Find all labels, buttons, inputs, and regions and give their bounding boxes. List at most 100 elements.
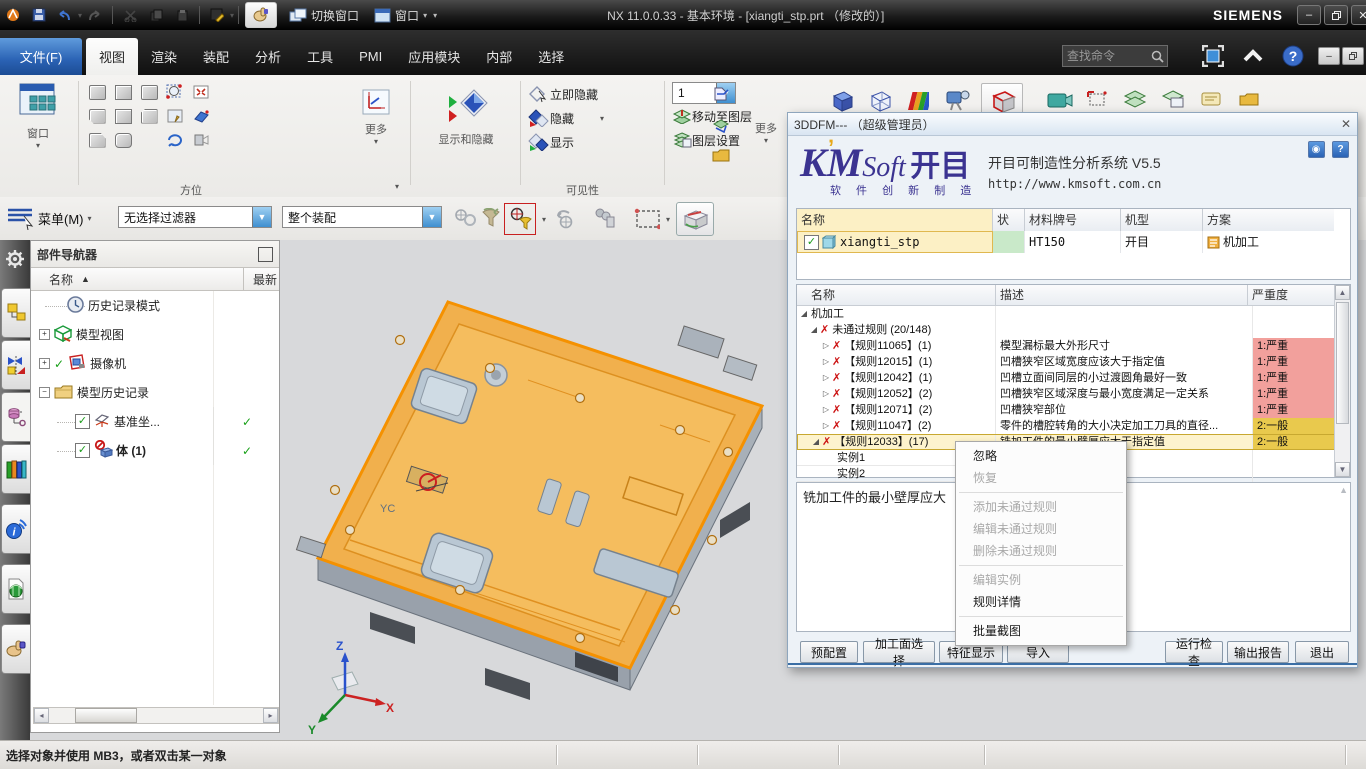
tree-row-history-mode[interactable]: 历史记录模式 <box>31 291 279 320</box>
ribbon-more2-button[interactable]: 更多 ▾ <box>748 120 784 145</box>
rule-group-row[interactable]: ◢✗未通过规则 (20/148) <box>797 322 1350 338</box>
folder-icon[interactable] <box>712 148 730 167</box>
view-front-icon[interactable] <box>111 81 135 103</box>
scroll-right-arrow[interactable]: ▸ <box>263 708 278 723</box>
reuse-library-tab[interactable] <box>1 444 30 494</box>
doc-minimize-button[interactable]: – <box>1318 47 1340 65</box>
undo-dropdown-caret[interactable]: ▾ <box>78 11 82 20</box>
zoom-box-icon[interactable] <box>163 81 187 103</box>
perspective-icon[interactable] <box>189 105 213 127</box>
view-left-icon[interactable] <box>85 105 109 127</box>
hide-item[interactable]: 隐藏 ▾ <box>528 106 660 130</box>
col-name[interactable]: 名称 <box>797 209 993 231</box>
desc-scroll-up-arrow[interactable]: ▲ <box>1339 485 1348 495</box>
preconfig-button[interactable]: 预配置 <box>800 641 858 663</box>
expander-collapsed-icon[interactable]: ▷ <box>821 418 831 434</box>
tab-analysis[interactable]: 分析 <box>242 38 294 75</box>
exit-button[interactable]: 退出 <box>1295 641 1349 663</box>
scroll-down-arrow[interactable]: ▼ <box>1335 462 1350 477</box>
folder2-icon[interactable] <box>1231 85 1267 113</box>
window-icon[interactable] <box>371 5 393 25</box>
view-bottom-icon[interactable] <box>85 129 109 151</box>
regenerate-icon[interactable] <box>189 129 213 151</box>
rules-vscrollbar[interactable]: ▲ ▼ <box>1334 285 1350 477</box>
view-top-icon[interactable] <box>137 81 161 103</box>
expander-collapsed-icon[interactable]: ▷ <box>821 402 831 418</box>
copy-icon[interactable] <box>145 5 167 25</box>
save-icon[interactable] <box>28 5 50 25</box>
paste-icon[interactable] <box>171 5 193 25</box>
note-icon[interactable] <box>1193 85 1229 113</box>
snapshot-icon[interactable] <box>1081 85 1115 113</box>
show-hide-button[interactable]: 显示和隐藏 <box>418 86 514 147</box>
snap-filter-caret[interactable]: ▾ <box>542 215 546 224</box>
column-name-label[interactable]: 名称 <box>31 271 73 288</box>
save-as-icon[interactable] <box>206 5 228 25</box>
search-icon[interactable] <box>1144 44 1170 68</box>
quick-access-customize-caret[interactable]: ▾ <box>433 11 437 20</box>
expander-collapsed-icon[interactable]: ▷ <box>821 354 831 370</box>
help-icon[interactable]: ? <box>1280 44 1306 68</box>
cut-icon[interactable] <box>119 5 141 25</box>
dialog-close-icon[interactable]: ✕ <box>1341 117 1351 131</box>
scroll-left-arrow[interactable]: ◂ <box>34 708 49 723</box>
snap-point-pair-icon[interactable] <box>452 206 478 232</box>
checkbox-checked[interactable]: ✓ <box>75 443 90 458</box>
tab-file[interactable]: 文件(F) <box>0 38 82 75</box>
fullscreen-icon[interactable] <box>1200 44 1226 68</box>
selection-scope-caret[interactable]: ▼ <box>422 207 441 227</box>
hide-split-caret[interactable]: ▾ <box>600 114 604 123</box>
assembly-navigator-tab[interactable] <box>1 288 30 338</box>
save-as-dropdown-caret[interactable]: ▾ <box>230 11 234 20</box>
web-browser-tab[interactable] <box>1 564 30 614</box>
scroll-up-arrow[interactable]: ▲ <box>1335 285 1350 300</box>
expander-collapsed-icon[interactable]: ▷ <box>821 386 831 402</box>
marquee-select-icon[interactable] <box>634 206 660 232</box>
col-machine[interactable]: 机型 <box>1121 209 1203 231</box>
expander-expanded-icon[interactable]: ◢ <box>809 322 819 338</box>
collapse-minus-icon[interactable]: − <box>39 387 50 398</box>
rotate-view-icon[interactable] <box>163 129 187 151</box>
hd3d-tools-tab[interactable]: i <box>1 504 30 554</box>
touch-mode-button[interactable] <box>245 2 277 28</box>
part-row[interactable]: ✓ xiangti_stp HT150 开目 机加工 <box>797 231 1350 253</box>
menu-item-ignore[interactable]: 忽略 <box>956 445 1126 467</box>
chain-select-icon[interactable] <box>592 206 618 232</box>
view-right-icon[interactable] <box>111 105 135 127</box>
expand-plus-icon[interactable]: + <box>39 358 50 369</box>
rule-row[interactable]: ▷✗【规则11047】(2) 零件的槽腔转角的大小决定加工刀具的直径... 2:… <box>797 418 1350 434</box>
undo-snap-icon[interactable] <box>552 206 578 232</box>
switch-window-label[interactable]: 切换窗口 <box>311 7 359 24</box>
part-checkbox[interactable]: ✓ <box>804 235 819 250</box>
tab-internal[interactable]: 内部 <box>473 38 525 75</box>
machining-face-select-button[interactable]: 加工面选择 <box>863 641 935 663</box>
view-iso-icon[interactable] <box>137 105 161 127</box>
show-item[interactable]: 显示 <box>528 130 660 154</box>
column-latest-label[interactable]: 最新 <box>253 271 277 288</box>
panel-pin-button[interactable] <box>258 247 273 262</box>
minimize-ribbon-chevron-icon[interactable] <box>1240 44 1266 68</box>
gear-icon[interactable] <box>4 248 26 275</box>
doc-restore-button[interactable] <box>1342 47 1364 65</box>
close-button[interactable]: ✕ <box>1351 5 1366 25</box>
selection-scope-combo[interactable]: 整个装配 ▼ <box>282 206 442 228</box>
switch-window-icon[interactable] <box>287 5 309 25</box>
tab-render[interactable]: 渲染 <box>138 38 190 75</box>
undo-icon[interactable] <box>54 5 76 25</box>
menu-item-batch-screenshot[interactable]: 批量截图 <box>956 620 1126 642</box>
rules-col-severity[interactable]: 严重度 <box>1247 285 1333 305</box>
parts-table-header[interactable]: 名称 状态 材料牌号 机型 方案 <box>797 209 1350 231</box>
history-tab[interactable] <box>1 624 30 674</box>
filter-funnel-icon[interactable] <box>478 206 504 232</box>
rule-row[interactable]: ▷✗【规则12071】(2) 凹槽狭窄部位 1:严重 <box>797 402 1350 418</box>
tree-row-datum-csys[interactable]: ✓ 基准坐... ✓ <box>31 407 279 436</box>
col-material[interactable]: 材料牌号 <box>1025 209 1121 231</box>
expand-plus-icon[interactable]: + <box>39 329 50 340</box>
rule-row[interactable]: ▷✗【规则11065】(1) 模型漏标最大外形尺寸 1:严重 <box>797 338 1350 354</box>
tree-row-body[interactable]: ✓ 体 (1) ✓ <box>31 436 279 465</box>
redo-icon[interactable] <box>84 5 106 25</box>
orient-more-button[interactable]: 更多 ▾ <box>352 88 400 146</box>
view-back-icon[interactable] <box>111 129 135 151</box>
layer-stack-icon[interactable] <box>1117 85 1153 113</box>
tab-select[interactable]: 选择 <box>525 38 577 75</box>
